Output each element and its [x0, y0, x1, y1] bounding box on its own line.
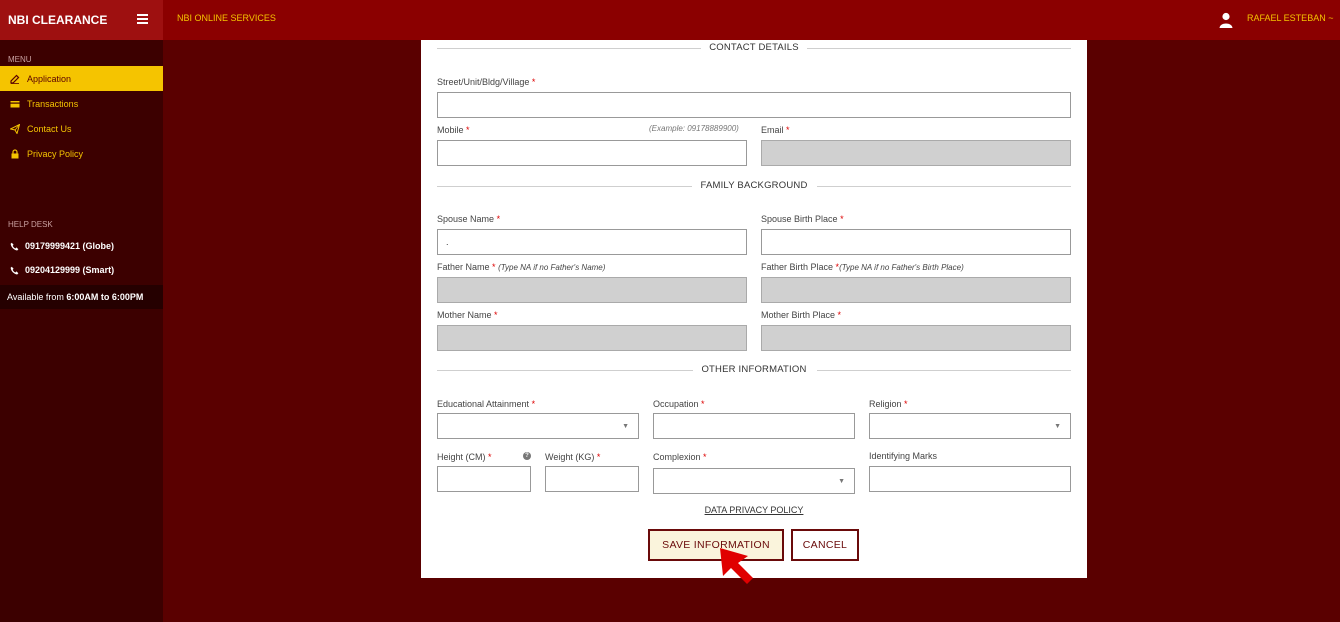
pen-icon — [10, 74, 20, 84]
mother-birth-place-label: Mother Birth Place * — [761, 310, 842, 320]
complexion-label: Complexion * — [653, 452, 707, 462]
section-contact-details: CONTACT DETAILS — [437, 41, 1071, 55]
mobile-label: Mobile * — [437, 125, 470, 135]
occupation-input[interactable] — [653, 413, 855, 439]
street-input[interactable] — [437, 92, 1071, 118]
father-birth-place-input[interactable] — [761, 277, 1071, 303]
data-privacy-policy-link[interactable]: DATA PRIVACY POLICY — [421, 505, 1087, 515]
email-label: Email * — [761, 125, 790, 135]
chevron-down-icon: ▼ — [838, 478, 845, 485]
religion-select[interactable]: ▼ — [869, 413, 1071, 439]
mobile-hint: (Example: 09178889900) — [649, 124, 739, 133]
help-phone-globe[interactable]: 09179999421 (Globe) — [10, 241, 114, 251]
menu-heading: MENU — [8, 55, 32, 64]
height-label: Height (CM) * — [437, 452, 492, 462]
mobile-input[interactable] — [437, 140, 747, 166]
sidebar-item-application[interactable]: Application — [0, 66, 163, 91]
services-link[interactable]: NBI ONLINE SERVICES — [177, 0, 276, 36]
send-icon — [10, 123, 20, 134]
spouse-birth-place-label: Spouse Birth Place * — [761, 214, 844, 224]
email-input[interactable] — [761, 140, 1071, 166]
street-label: Street/Unit/Bldg/Village * — [437, 77, 536, 87]
chevron-down-icon: ▼ — [1054, 423, 1061, 430]
father-birth-place-label: Father Birth Place *(Type NA if no Fathe… — [761, 262, 964, 272]
mother-birth-place-input[interactable] — [761, 325, 1071, 351]
spouse-name-input[interactable]: . — [437, 229, 747, 255]
weight-input[interactable] — [545, 466, 639, 492]
mother-name-label: Mother Name * — [437, 310, 498, 320]
father-name-label: Father Name * (Type NA if no Father's Na… — [437, 262, 606, 272]
occupation-label: Occupation * — [653, 399, 705, 409]
sidebar-item-label: Transactions — [27, 98, 79, 109]
weight-label: Weight (KG) * — [545, 452, 601, 462]
complexion-select[interactable]: ▼ — [653, 468, 855, 494]
education-select[interactable]: ▼ — [437, 413, 639, 439]
help-phone-label: 09204129999 (Smart) — [25, 265, 115, 275]
cancel-button[interactable]: CANCEL — [791, 529, 859, 561]
lock-icon — [11, 148, 19, 158]
father-name-note: (Type NA if no Father's Name) — [498, 263, 606, 272]
user-menu[interactable]: RAFAEL ESTEBAN ~ — [1247, 0, 1333, 36]
top-bar: NBI CLEARANCE NBI ONLINE SERVICES RAFAEL… — [0, 0, 1340, 40]
availability-notice: Available from 6:00AM to 6:00PM — [0, 285, 163, 309]
red-arrow-cursor-icon — [720, 548, 753, 584]
phone-icon — [10, 242, 19, 250]
sidebar-item-label: Privacy Policy — [27, 148, 84, 159]
help-phone-label: 09179999421 (Globe) — [25, 241, 115, 251]
help-desk-heading: HELP DESK — [8, 220, 53, 229]
sidebar-item-label: Contact Us — [27, 123, 72, 134]
education-label: Educational Attainment * — [437, 399, 536, 409]
spouse-name-label: Spouse Name * — [437, 214, 501, 224]
identifying-marks-label: Identifying Marks — [869, 451, 938, 461]
sidebar-menu: Application Transactions Contact Us Priv… — [0, 66, 163, 166]
help-phone-smart[interactable]: 09204129999 (Smart) — [10, 265, 114, 275]
availability-hours: 6:00AM to 6:00PM — [66, 292, 144, 302]
sidebar-item-privacy-policy[interactable]: Privacy Policy — [0, 141, 163, 166]
user-icon[interactable] — [1219, 12, 1233, 28]
availability-prefix: Available from — [7, 292, 67, 302]
card-icon — [10, 100, 20, 107]
section-family-background: FAMILY BACKGROUND — [437, 179, 1071, 193]
phone-icon — [10, 266, 19, 274]
identifying-marks-input[interactable] — [869, 466, 1071, 492]
sidebar-item-contact-us[interactable]: Contact Us — [0, 116, 163, 141]
chevron-down-icon: ▼ — [622, 423, 629, 430]
application-form-card: CONTACT DETAILS Street/Unit/Bldg/Village… — [421, 40, 1087, 578]
father-birth-place-note: (Type NA if no Father's Birth Place) — [839, 263, 964, 272]
spouse-birth-place-input[interactable] — [761, 229, 1071, 255]
help-question-icon[interactable]: ? — [523, 452, 531, 460]
father-name-input[interactable] — [437, 277, 747, 303]
section-other-information: OTHER INFORMATION — [437, 363, 1071, 377]
hamburger-menu-icon[interactable] — [137, 14, 148, 24]
sidebar-item-label: Application — [27, 73, 72, 84]
sidebar: MENU Application Transactions Contact Us… — [0, 40, 163, 622]
height-input[interactable] — [437, 466, 531, 492]
mother-name-input[interactable] — [437, 325, 747, 351]
sidebar-item-transactions[interactable]: Transactions — [0, 91, 163, 116]
religion-label: Religion * — [869, 399, 908, 409]
